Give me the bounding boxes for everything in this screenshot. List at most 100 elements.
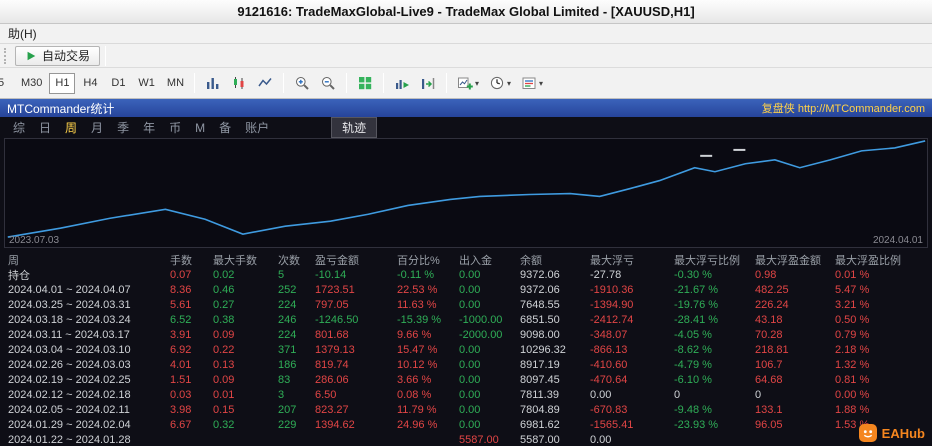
table-cell: -470.64 — [590, 373, 628, 386]
timeframe-group: 5 M30 H1 H4 D1 W1 MN — [0, 72, 189, 94]
table-cell: -2000.00 — [459, 328, 503, 341]
table-cell: 0.00 % — [835, 388, 870, 401]
chart-line-icon — [257, 75, 273, 91]
timeframe-MN[interactable]: MN — [162, 73, 189, 94]
table-cell: 0.00 — [459, 373, 481, 386]
tab-综[interactable]: 综 — [6, 118, 32, 137]
chart-candles-button[interactable] — [227, 72, 251, 94]
menu-bar: 助(H) — [0, 24, 932, 44]
table-cell: 2024.03.04 ~ 2024.03.10 — [8, 343, 131, 356]
timeframe-5[interactable]: 5 — [0, 73, 14, 94]
table-cell: 6.67 — [170, 418, 192, 431]
table-header-row: 周 手数 最大手数 次数 盈亏金额 百分比% 出入金 余额 最大浮亏 最大浮亏比例 最大浮盈金额 最大… — [0, 252, 932, 267]
table-cell: 133.1 — [755, 403, 783, 416]
table-cell: 5.61 — [170, 298, 192, 311]
table-cell: 4.01 — [170, 358, 192, 371]
table-cell: 2024.01.22 ~ 2024.01.28 — [8, 433, 131, 446]
timeframe-M30[interactable]: M30 — [16, 73, 47, 94]
table-cell: 2024.02.26 ~ 2024.03.03 — [8, 358, 131, 371]
tab-M[interactable]: M — [188, 120, 212, 136]
tab-季[interactable]: 季 — [110, 118, 136, 137]
table-cell: -28.41 % — [674, 313, 719, 326]
auto-trading-label: 自动交易 — [42, 49, 91, 63]
column-header: 最大浮亏 — [590, 254, 634, 267]
tab-年[interactable]: 年 — [136, 118, 162, 137]
tab-账户[interactable]: 账户 — [238, 118, 276, 137]
tab-周[interactable]: 周 — [58, 118, 84, 137]
table-cell: 3.91 — [170, 328, 192, 341]
table-cell: -1910.36 — [590, 283, 634, 296]
chart-bars-button[interactable] — [201, 72, 225, 94]
table-cell: 0.13 — [213, 358, 235, 371]
new-chart-button[interactable]: ▾ — [453, 72, 483, 94]
auto-trading-button[interactable]: 自动交易 — [15, 45, 101, 66]
templates-button[interactable]: ▾ — [517, 72, 547, 94]
window-titlebar: 9121616: TradeMaxGlobal-Live9 - TradeMax… — [0, 0, 932, 24]
auto-scroll-button[interactable] — [390, 72, 414, 94]
zoom-out-button[interactable] — [316, 72, 340, 94]
table-cell: 1723.51 — [315, 283, 355, 296]
chart-tools-group: ▾ ▾ ▾ — [189, 72, 548, 94]
panel-title: MTCommander统计 — [7, 101, 115, 116]
tab-币[interactable]: 币 — [162, 118, 188, 137]
table-row: 2024.02.19 ~ 2024.02.25 1.51 0.09 83 286.06 3… — [0, 372, 932, 387]
table-cell: 11.79 % — [397, 403, 437, 416]
table-cell: 0.01 % — [835, 268, 870, 281]
timeframe-D1[interactable]: D1 — [105, 73, 131, 94]
zoom-in-button[interactable] — [290, 72, 314, 94]
table-cell: 7804.89 — [520, 403, 560, 416]
table-cell: 1.88 % — [835, 403, 870, 416]
table-cell: 8917.19 — [520, 358, 560, 371]
table-cell: 0.27 — [213, 298, 235, 311]
eahub-logo-icon — [858, 424, 877, 442]
timeframe-W1[interactable]: W1 — [133, 73, 160, 94]
table-cell: 371 — [278, 343, 297, 356]
table-cell: 218.81 — [755, 343, 789, 356]
panel-header-link[interactable]: 复盘侠 http://MTCommander.com — [762, 100, 925, 116]
table-cell: -1000.00 — [459, 313, 503, 326]
toolbar-separator — [105, 45, 107, 66]
tab-备[interactable]: 备 — [212, 118, 238, 137]
templates-icon — [521, 75, 537, 91]
periods-button[interactable]: ▾ — [485, 72, 515, 94]
table-cell: 11.63 % — [397, 298, 437, 311]
table-cell: 64.68 — [755, 373, 783, 386]
chart-line-button[interactable] — [253, 72, 277, 94]
table-cell: 0.22 — [213, 343, 235, 356]
toolbar-separator — [283, 73, 285, 93]
mtcommander-panel: MTCommander统计 复盘侠 http://MTCommander.com… — [0, 99, 932, 446]
table-cell: 0.32 — [213, 418, 235, 431]
table-cell: 0.00 — [459, 358, 481, 371]
timeframe-H1[interactable]: H1 — [49, 72, 76, 94]
tab-月[interactable]: 月 — [84, 118, 110, 137]
new-chart-icon — [457, 75, 473, 91]
toolbar-grip — [4, 47, 10, 64]
table-cell: 1379.13 — [315, 343, 355, 356]
table-cell: 22.53 % — [397, 283, 438, 296]
column-header: 最大浮亏比例 — [674, 254, 740, 267]
table-row: 2024.01.29 ~ 2024.02.04 6.67 0.32 229 1394.6… — [0, 417, 932, 432]
chart-start-date: 2023.07.03 — [9, 235, 60, 246]
tile-windows-button[interactable] — [353, 72, 377, 94]
tab-track[interactable]: 轨迹 — [331, 117, 378, 138]
toolbar-separator — [194, 73, 196, 93]
table-cell: 24.96 % — [397, 418, 438, 431]
table-cell: 0.98 — [755, 268, 777, 281]
table-cell: 0.00 — [459, 283, 481, 296]
application-window: 9121616: TradeMaxGlobal-Live9 - TradeMax… — [0, 0, 932, 446]
table-cell: -15.39 % — [397, 313, 442, 326]
table-cell: 2024.03.18 ~ 2024.03.24 — [8, 313, 131, 326]
toolbar-separator — [346, 73, 348, 93]
column-header: 出入金 — [459, 254, 492, 267]
chart-shift-button[interactable] — [416, 72, 440, 94]
table-cell: 224 — [278, 328, 297, 341]
menu-help[interactable]: 助(H) — [2, 24, 43, 43]
table-cell: 8.36 — [170, 283, 192, 296]
table-cell: 224 — [278, 298, 297, 311]
table-cell: 0.00 — [590, 433, 612, 446]
table-cell: -8.62 % — [674, 343, 712, 356]
table-cell: 8097.45 — [520, 373, 560, 386]
tab-日[interactable]: 日 — [32, 118, 58, 137]
table-cell: -10.14 — [315, 268, 347, 281]
timeframe-H4[interactable]: H4 — [77, 73, 103, 94]
